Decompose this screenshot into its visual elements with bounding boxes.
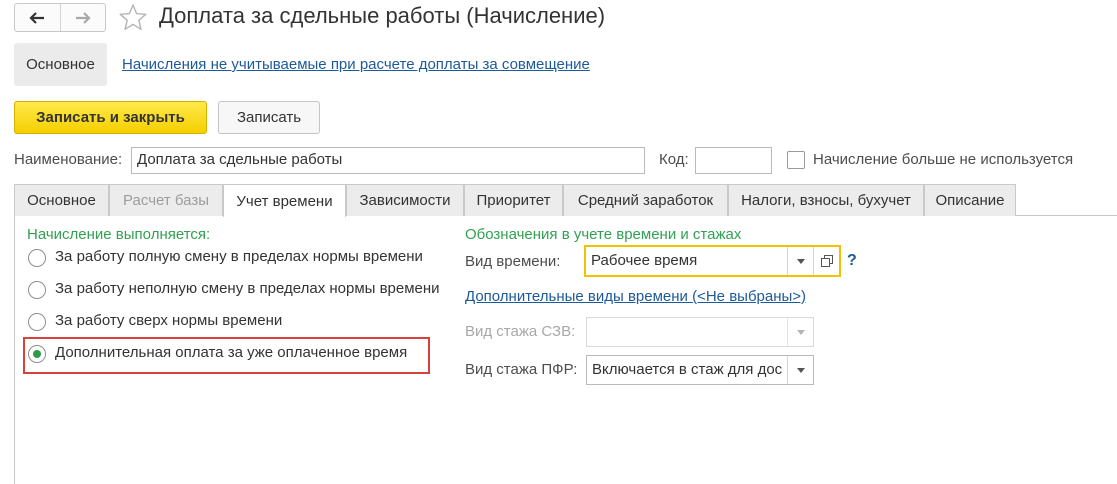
forward-button[interactable]	[59, 4, 106, 31]
tab-taxes[interactable]: Налоги, взносы, бухучет	[728, 184, 924, 216]
back-button[interactable]	[15, 4, 60, 31]
unused-label: Начисление больше не используется	[813, 151, 1074, 168]
arrow-right-icon	[75, 11, 91, 24]
tab-time-tracking[interactable]: Учет времени	[223, 184, 346, 217]
history-nav	[14, 3, 106, 32]
save-button[interactable]: Записать	[218, 101, 320, 134]
tab-priority[interactable]: Приоритет	[464, 184, 563, 216]
time-kind-select[interactable]: Рабочее время	[584, 245, 841, 277]
accrual-option-radio[interactable]	[28, 281, 46, 299]
chevron-down-icon	[796, 258, 805, 264]
radio-selected-dot	[33, 350, 41, 358]
accrual-option-label: За работу полную смену в пределах нормы …	[55, 248, 423, 265]
pfr-label: Вид стажа ПФР:	[465, 361, 578, 378]
open-item-icon	[820, 255, 833, 267]
dropdown-button[interactable]	[787, 356, 813, 384]
accrual-option-radio-selected[interactable]	[28, 345, 46, 363]
time-kind-label: Вид времени:	[465, 253, 561, 270]
help-icon[interactable]: ?	[847, 252, 857, 270]
szv-label: Вид стажа СЗВ:	[465, 323, 576, 340]
save-and-close-button[interactable]: Записать и закрыть	[14, 101, 207, 134]
code-label: Код:	[659, 151, 689, 168]
favorite-star-icon[interactable]	[118, 3, 148, 35]
tab-dependencies[interactable]: Зависимости	[346, 184, 464, 216]
dropdown-button[interactable]	[787, 318, 813, 346]
pfr-select[interactable]: Включается в стаж для дос	[586, 355, 814, 385]
accrual-option-label: Дополнительная оплата за уже оплаченное …	[55, 344, 408, 361]
name-label: Наименование:	[14, 151, 123, 168]
time-group-title: Обозначения в учете времени и стажах	[465, 226, 742, 243]
dropdown-button[interactable]	[787, 247, 813, 275]
szv-value	[587, 318, 787, 346]
open-button[interactable]	[813, 247, 839, 275]
tab-main[interactable]: Основное	[14, 184, 109, 216]
unused-checkbox[interactable]	[787, 151, 805, 169]
chevron-down-icon	[796, 367, 805, 373]
time-kind-value: Рабочее время	[591, 252, 698, 269]
accrual-option-radio[interactable]	[28, 313, 46, 331]
section-main[interactable]: Основное	[14, 43, 107, 86]
accrual-group-title: Начисление выполняется:	[27, 226, 211, 243]
pfr-value: Включается в стаж для дос	[592, 361, 783, 378]
code-input[interactable]	[695, 147, 772, 174]
name-input[interactable]: Доплата за сдельные работы	[131, 147, 645, 174]
content-border	[14, 216, 15, 484]
accrual-option-radio[interactable]	[28, 249, 46, 267]
arrow-left-icon	[29, 11, 45, 24]
section-link-excluded-accruals[interactable]: Начисления не учитываемые при расчете до…	[122, 56, 590, 73]
accrual-option-label: За работу сверх нормы времени	[55, 312, 283, 329]
chevron-down-icon	[796, 329, 805, 335]
tab-description[interactable]: Описание	[924, 184, 1016, 216]
window-title: Доплата за сдельные работы (Начисление)	[159, 3, 606, 28]
accrual-option-label: За работу неполную смену в пределах норм…	[55, 280, 440, 297]
szv-select[interactable]	[586, 317, 814, 347]
extra-time-kinds-link[interactable]: Дополнительные виды времени (<Не выбраны…	[465, 288, 806, 305]
tab-base-calc[interactable]: Расчет базы	[109, 184, 223, 216]
tab-average-earnings[interactable]: Средний заработок	[563, 184, 728, 216]
